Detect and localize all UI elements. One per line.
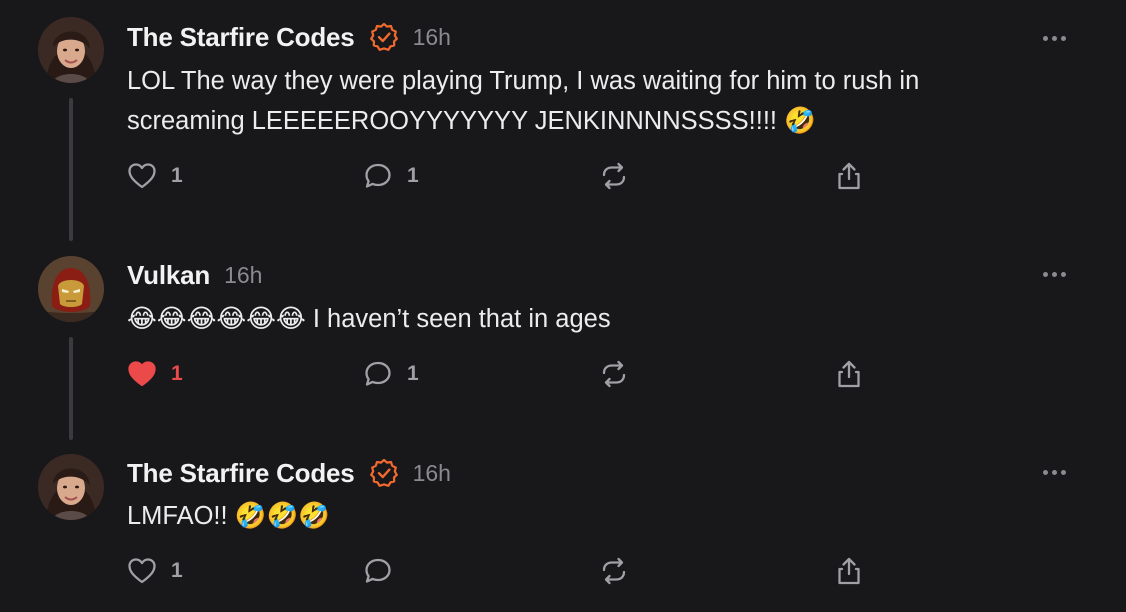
repost-icon [602, 557, 626, 585]
repost-button[interactable] [599, 357, 629, 391]
post-header: The Starfire Codes 16h [127, 20, 451, 54]
like-button[interactable]: 1 [127, 554, 183, 588]
repost-icon [602, 162, 626, 190]
repost-button[interactable] [599, 159, 629, 193]
verified-icon [369, 458, 398, 487]
share-icon [838, 360, 860, 388]
reply-button[interactable] [363, 554, 407, 588]
post-header: Vulkan 16h [127, 258, 262, 292]
heart-icon [128, 361, 156, 387]
thread-line [69, 337, 73, 440]
like-count: 1 [171, 164, 183, 187]
avatar[interactable] [38, 454, 104, 520]
avatar[interactable] [38, 256, 104, 322]
heart-icon [128, 163, 156, 189]
comment-icon [365, 361, 391, 386]
like-button[interactable]: 1 [127, 159, 183, 193]
like-button[interactable]: 1 [127, 357, 183, 391]
post-actions: 1 [127, 554, 887, 588]
post-text: LMFAO!! 🤣🤣🤣 [127, 502, 330, 530]
reply-button[interactable]: 1 [363, 159, 419, 193]
avatar[interactable] [38, 17, 104, 83]
more-icon[interactable] [1043, 269, 1071, 279]
author-name[interactable]: The Starfire Codes [127, 22, 355, 53]
verified-icon [369, 22, 398, 51]
post-time: 16h [412, 459, 451, 486]
like-count: 1 [171, 559, 183, 582]
more-icon[interactable] [1043, 33, 1071, 43]
post-time: 16h [412, 23, 451, 50]
more-icon[interactable] [1043, 467, 1071, 477]
post-text: LOL The way they were playing Trump, I w… [127, 67, 920, 135]
share-icon [838, 557, 860, 585]
post-time: 16h [224, 261, 263, 288]
comment-icon [365, 163, 391, 188]
heart-icon [128, 558, 156, 584]
share-button[interactable] [834, 554, 864, 588]
post-actions: 1 1 [127, 159, 887, 193]
post-3: The Starfire Codes 16h LMFAO!! 🤣🤣🤣 1 [0, 440, 1126, 612]
post-1: The Starfire Codes 16h LOL The way they … [0, 0, 1126, 241]
share-button[interactable] [834, 357, 864, 391]
repost-button[interactable] [599, 554, 629, 588]
reply-button[interactable]: 1 [363, 357, 419, 391]
author-name[interactable]: Vulkan [127, 260, 210, 291]
thread-line [69, 98, 73, 241]
post-header: The Starfire Codes 16h [127, 456, 451, 490]
reply-count: 1 [407, 164, 419, 187]
share-icon [838, 162, 860, 190]
share-button[interactable] [834, 159, 864, 193]
post-2: Vulkan 16h 😂😂😂😂😂😂 I haven’t seen that in… [0, 240, 1126, 440]
comment-icon [365, 558, 391, 583]
author-name[interactable]: The Starfire Codes [127, 458, 355, 489]
repost-icon [602, 360, 626, 388]
post-text: 😂😂😂😂😂😂 I haven’t seen that in ages [127, 305, 611, 333]
post-actions: 1 1 [127, 357, 887, 391]
reply-count: 1 [407, 362, 419, 385]
thread: The Starfire Codes 16h LOL The way they … [0, 0, 1126, 612]
like-count: 1 [171, 362, 183, 385]
